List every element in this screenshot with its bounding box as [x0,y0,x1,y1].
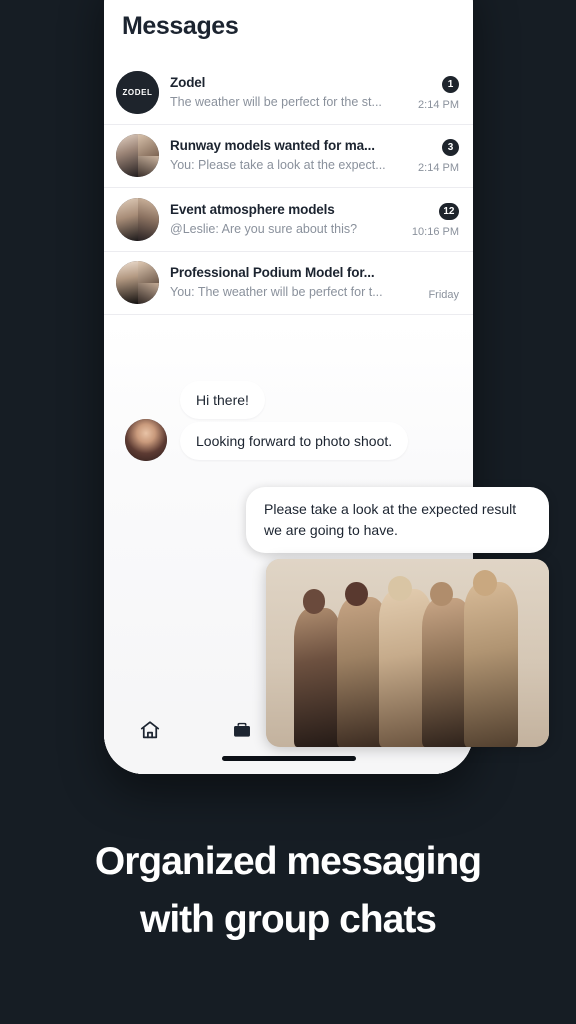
unread-badge: 3 [442,139,459,157]
conversation-preview: The weather will be perfect for the st..… [170,94,382,109]
conversation-row-runway-models[interactable]: Runway models wanted for ma... You: Plea… [104,124,473,188]
conversation-text: Event atmosphere models @Leslie: Are you… [170,201,412,238]
page-title: Messages [122,12,239,40]
avatar-group-runway [116,134,159,178]
conversation-time: 2:14 PM [418,98,459,111]
caption-line-2: with group chats [140,898,437,941]
briefcase-icon [231,719,253,746]
avatar-group-event [116,197,159,241]
conversation-list: ZODEL Zodel The weather will be perfect … [104,61,473,315]
chat-bubble-incoming: Looking forward to photo shoot. [180,422,409,460]
conversation-row-professional-podium[interactable]: Professional Podium Model for... You: Th… [104,251,473,315]
model-head [472,570,497,596]
avatar-photo [125,419,167,461]
model-head [430,581,453,606]
avatar-tile [116,134,138,178]
chat-avatar [125,419,167,461]
home-icon [139,719,161,746]
model-head [345,581,368,606]
conversation-time: Friday [428,289,459,302]
conversation-meta: Friday [428,261,459,305]
model-head [387,575,412,602]
unread-badge: 1 [442,75,459,93]
conversation-title: Professional Podium Model for... [170,265,375,281]
conversation-row-event-atmosphere[interactable]: Event atmosphere models @Leslie: Are you… [104,188,473,252]
chat-bubble-incoming: Hi there! [180,381,265,419]
conversation-time: 10:16 PM [411,225,459,238]
conversation-text: Runway models wanted for ma... You: Plea… [170,137,418,174]
avatar-tile [137,134,159,156]
avatar-tile [137,197,159,241]
tab-home[interactable] [104,719,196,746]
conversation-row-zodel[interactable]: ZODEL Zodel The weather will be perfect … [104,61,473,125]
avatar-tile [116,197,138,241]
conversation-time: 2:14 PM [418,162,459,175]
avatar-tile [137,282,159,305]
conversation-title: Zodel [170,74,206,90]
conversation-meta: 12 10:16 PM [412,197,459,241]
conversation-title: Runway models wanted for ma... [170,138,375,154]
avatar-group-podium [116,261,159,305]
zodel-logo-icon: ZODEL [116,70,159,114]
conversation-preview: You: The weather will be perfect for t..… [170,285,383,300]
caption-line-1: Organized messaging [94,840,482,883]
conversation-preview: @Leslie: Are you sure about this? [170,221,358,236]
avatar-tile [116,261,138,305]
model-figure [464,581,518,747]
conversation-text: Professional Podium Model for... You: Th… [170,264,428,301]
conversation-meta: 1 2:14 PM [418,70,459,114]
avatar-zodel: ZODEL [116,70,159,114]
home-indicator [221,756,356,761]
chat-bubble-outgoing: Please take a look at the expected resul… [246,487,549,553]
avatar-tile [137,261,159,283]
avatar-tile [137,155,159,178]
conversation-title: Event atmosphere models [170,201,335,217]
chat-attachment-photo[interactable] [266,559,549,747]
model-head [302,589,326,614]
model-figure [294,607,343,747]
conversation-text: Zodel The weather will be perfect for th… [170,74,418,111]
caption: Organized messaging with group chats [0,833,576,949]
conversation-meta: 3 2:14 PM [418,134,459,178]
conversation-preview: You: Please take a look at the expect... [170,158,386,173]
unread-badge: 12 [438,202,459,220]
